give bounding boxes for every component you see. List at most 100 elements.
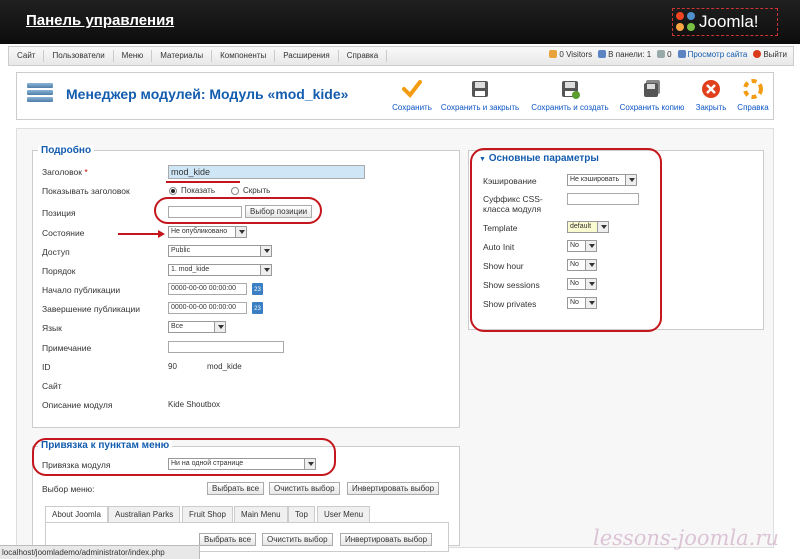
joomla-logo-icon xyxy=(676,12,696,32)
show-title-radio-hide[interactable] xyxy=(231,187,239,195)
show-hour-select[interactable]: No xyxy=(567,259,597,271)
visitors-count: 0 Visitors xyxy=(559,50,593,59)
users-icon xyxy=(549,50,558,58)
show-sessions-label: Show sessions xyxy=(483,280,540,290)
save-new-button[interactable]: Сохранить и создать xyxy=(529,79,611,112)
publish-up-input[interactable]: 0000-00-00 00:00:00 xyxy=(168,283,247,295)
tab-top[interactable]: Top xyxy=(288,506,315,522)
position-annotation-oval xyxy=(154,197,322,224)
show-privates-select[interactable]: No xyxy=(567,297,597,309)
menu-help[interactable]: Справка xyxy=(339,50,388,62)
close-icon xyxy=(701,79,721,99)
css-suffix-input[interactable] xyxy=(567,193,639,205)
admin-header: Панель управления Joomla! xyxy=(0,0,800,44)
id-label: ID xyxy=(42,362,51,372)
tab-about-joomla[interactable]: About Joomla xyxy=(45,506,108,522)
order-label: Порядок xyxy=(42,266,76,276)
position-label: Позиция xyxy=(42,208,76,218)
save-copy-button[interactable]: Сохранить копию xyxy=(617,79,687,112)
show-sessions-select[interactable]: No xyxy=(567,278,597,290)
assignment-annotation-oval xyxy=(32,438,336,476)
note-input[interactable] xyxy=(168,341,284,353)
close-button[interactable]: Закрыть xyxy=(691,79,731,112)
auto-init-select[interactable]: No xyxy=(567,240,597,252)
language-value: Все xyxy=(171,323,184,330)
floppy-icon xyxy=(470,79,490,99)
caching-label: Кэширование xyxy=(483,176,537,186)
chevron-down-icon xyxy=(597,222,608,232)
invert-selection-button[interactable]: Инвертировать выбор xyxy=(347,482,440,495)
title-input[interactable]: mod_kide xyxy=(168,165,365,179)
menu-site[interactable]: Сайт xyxy=(9,50,45,62)
watermark: lessons-joomla.ru xyxy=(593,526,779,550)
caching-select[interactable]: Не кэшировать xyxy=(567,174,637,186)
chevron-down-icon xyxy=(585,241,596,251)
publish-up-label: Начало публикации xyxy=(42,285,121,295)
lifebuoy-icon xyxy=(743,79,763,99)
logout-link[interactable]: Выйти xyxy=(753,50,787,59)
messages-status[interactable]: 0 xyxy=(657,50,672,59)
tab-invert-selection-button[interactable]: Инвертировать выбор xyxy=(340,533,433,546)
chevron-down-icon xyxy=(235,227,246,237)
in-panel-count: В панели: 1 xyxy=(608,50,652,59)
module-assignment-select[interactable]: Ни на одной странице xyxy=(168,458,316,470)
show-privates-label: Show privates xyxy=(483,299,537,309)
calendar-icon[interactable]: 23 xyxy=(252,302,263,314)
help-button[interactable]: Справка xyxy=(733,79,773,112)
module-description-value: Kide Shoutbox xyxy=(168,400,221,409)
tab-australian-parks[interactable]: Australian Parks xyxy=(108,506,181,522)
title-underline-annotation xyxy=(166,181,240,183)
template-value: default xyxy=(570,223,592,230)
arrowhead-annotation xyxy=(158,230,165,238)
module-assignment-value: Ни на одной странице xyxy=(171,460,244,467)
control-panel-title[interactable]: Панель управления xyxy=(26,12,174,29)
module-assignment-label: Привязка модуля xyxy=(42,460,111,470)
view-site-label: Просмотр сайта xyxy=(687,50,748,59)
save-button[interactable]: Сохранить xyxy=(389,79,435,112)
menu-components[interactable]: Компоненты xyxy=(212,50,276,62)
tab-fruit-shop[interactable]: Fruit Shop xyxy=(182,506,233,522)
menu-content[interactable]: Материалы xyxy=(152,50,213,62)
show-hour-label: Show hour xyxy=(483,261,524,271)
language-select[interactable]: Все xyxy=(168,321,226,333)
floppy-plus-icon xyxy=(560,79,580,99)
calendar-icon[interactable]: 23 xyxy=(252,283,263,295)
save-close-button[interactable]: Сохранить и закрыть xyxy=(439,79,521,112)
chevron-down-icon xyxy=(585,298,596,308)
show-title-radio-show[interactable] xyxy=(169,187,177,195)
details-legend: Подробно xyxy=(38,145,95,156)
checkmark-icon xyxy=(402,79,422,99)
state-select[interactable]: Не опубликовано xyxy=(168,226,247,238)
menu-extensions[interactable]: Расширения xyxy=(275,50,339,62)
publish-down-label: Завершение публикации xyxy=(42,304,140,314)
chevron-down-icon xyxy=(214,322,225,332)
module-manager-icon xyxy=(27,83,53,107)
hide-option-label: Скрыть xyxy=(243,186,271,195)
required-star: * xyxy=(84,167,88,177)
language-label: Язык xyxy=(42,323,62,333)
help-label: Справка xyxy=(737,103,769,112)
tab-main-menu[interactable]: Main Menu xyxy=(234,506,288,522)
auto-init-label: Auto Init xyxy=(483,242,515,252)
id-module-name: mod_kide xyxy=(207,362,242,371)
state-label: Состояние xyxy=(42,228,85,238)
order-select[interactable]: 1. mod_kide xyxy=(168,264,272,276)
select-all-button[interactable]: Выбрать все xyxy=(207,482,265,495)
template-select[interactable]: default xyxy=(567,221,609,233)
tab-user-menu[interactable]: User Menu xyxy=(317,506,371,522)
menu-menus[interactable]: Меню xyxy=(114,50,153,62)
publish-down-input[interactable]: 0000-00-00 00:00:00 xyxy=(168,302,247,314)
css-suffix-label-line2: класса модуля xyxy=(483,204,542,214)
clear-selection-button[interactable]: Очистить выбор xyxy=(269,482,340,495)
show-privates-value: No xyxy=(570,299,579,306)
tab-clear-selection-button[interactable]: Очистить выбор xyxy=(262,533,333,546)
view-site-link[interactable]: Просмотр сайта xyxy=(677,50,748,59)
menu-users[interactable]: Пользователи xyxy=(44,50,114,62)
menu-selection-label: Выбор меню: xyxy=(42,484,95,494)
access-label: Доступ xyxy=(42,247,70,257)
access-select[interactable]: Public xyxy=(168,245,272,257)
logout-icon xyxy=(753,50,762,58)
in-panel-status: В панели: 1 xyxy=(598,50,651,59)
close-label: Закрыть xyxy=(695,103,727,112)
tab-select-all-button[interactable]: Выбрать все xyxy=(199,533,257,546)
